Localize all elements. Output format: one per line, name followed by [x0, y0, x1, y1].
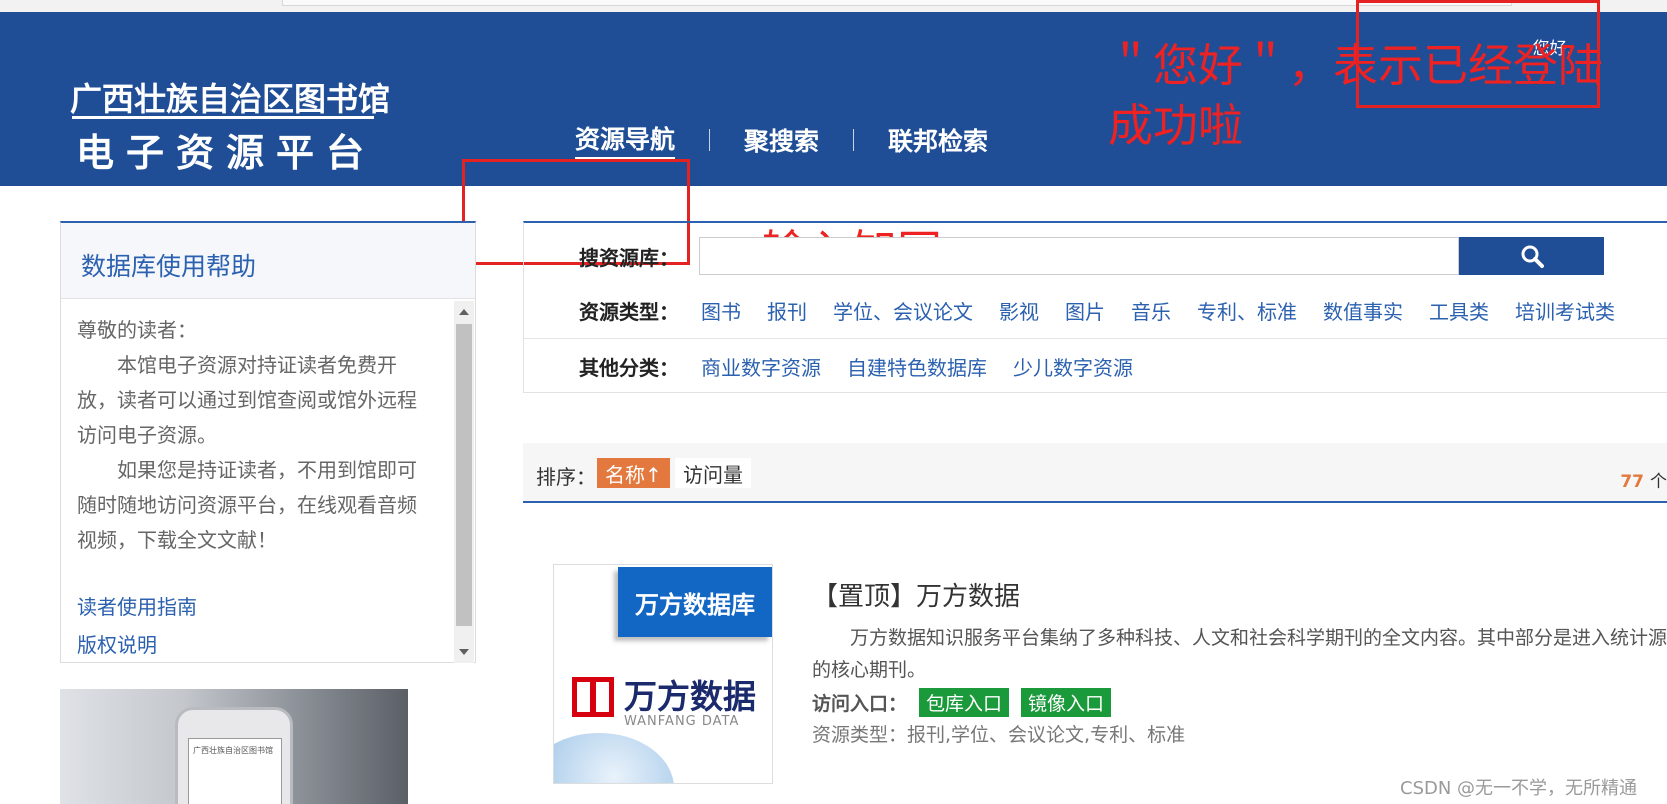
nav-federated-search[interactable]: 联邦检索	[888, 122, 988, 158]
sidebar-links: 读者使用指南 版权说明	[77, 588, 197, 664]
result-count: 77 个	[1620, 467, 1667, 492]
annotation-box-greeting	[1356, 0, 1600, 108]
other-link-children[interactable]: 少儿数字资源	[1013, 352, 1133, 381]
logo-divider	[72, 116, 374, 119]
nav-separator	[709, 128, 711, 151]
other-category-label: 其他分类：	[579, 356, 679, 380]
type-link-images[interactable]: 图片	[1065, 296, 1105, 325]
nav-resource-navigation[interactable]: 资源导航	[575, 120, 676, 159]
access-entry-row: 访问入口： 包库入口 镜像入口	[812, 688, 1112, 717]
globe-graphic	[554, 733, 674, 783]
result-count-number: 77	[1620, 472, 1644, 492]
logo-subtitle[interactable]: 电子资源平台	[76, 122, 376, 177]
resource-type-info: 资源类型：报刊,学位、会议论文,专利、标准	[812, 724, 1186, 746]
other-link-commercial[interactable]: 商业数字资源	[701, 352, 821, 381]
resource-title[interactable]: 【置顶】万方数据	[812, 576, 1020, 613]
mirror-entry-button[interactable]: 镜像入口	[1021, 688, 1112, 717]
other-category-row: 其他分类： 商业数字资源 自建特色数据库 少儿数字资源	[579, 352, 1159, 381]
type-link-video[interactable]: 影视	[999, 296, 1039, 325]
type-link-books[interactable]: 图书	[701, 296, 741, 325]
package-entry-button[interactable]: 包库入口	[919, 688, 1010, 717]
sort-by-name-button[interactable]: 名称↑	[597, 458, 670, 488]
scroll-thumb[interactable]	[456, 324, 472, 626]
sidebar-title: 数据库使用帮助	[61, 223, 475, 299]
wanfang-logo-en: WANFANG DATA	[624, 714, 740, 729]
link-copyright[interactable]: 版权说明	[77, 626, 197, 664]
phone-screen: 广西壮族自治区图书馆	[188, 738, 282, 804]
scroll-down-arrow-icon[interactable]	[459, 649, 469, 655]
notice-paragraph-1: 本馆电子资源对持证读者免费开放，读者可以通过到馆查阅或馆外远程访问电子资源。	[77, 353, 417, 447]
resource-type-row: 资源类型： 图书 报刊 学位、会议论文 影视 图片 音乐 专利、标准 数值事实 …	[579, 296, 1641, 325]
type-link-patents[interactable]: 专利、标准	[1197, 296, 1297, 325]
type-link-music[interactable]: 音乐	[1131, 296, 1171, 325]
search-icon	[1521, 245, 1544, 268]
thumbnail-banner: 万方数据库	[618, 567, 772, 637]
other-link-special[interactable]: 自建特色数据库	[847, 352, 987, 381]
nav-separator	[853, 128, 855, 151]
type-link-theses[interactable]: 学位、会议论文	[833, 296, 973, 325]
search-row: 搜资源库：	[579, 237, 1604, 275]
sort-by-visits-button[interactable]: 访问量	[675, 458, 751, 488]
notice-greeting: 尊敬的读者：	[77, 318, 197, 342]
scroll-up-arrow-icon[interactable]	[459, 309, 469, 315]
resource-description: 万方数据知识服务平台集纳了多种科技、人文和社会科学期刊的全文内容。其中部分是进入…	[812, 627, 1667, 681]
result-count-unit: 个	[1650, 472, 1667, 492]
help-sidebar: 数据库使用帮助 尊敬的读者： 本馆电子资源对持证读者免费开放，读者可以通过到馆查…	[60, 221, 476, 663]
notice-paragraph-2: 如果您是持证读者，不用到馆即可随时随地访问资源平台，在线观看音频视频，下载全文文…	[77, 458, 417, 552]
type-link-exams[interactable]: 培训考试类	[1515, 296, 1615, 325]
wanfang-logo-mark-icon	[572, 677, 614, 717]
browser-tab-edge	[282, 0, 1512, 6]
wanfang-logo-cn: 万方数据	[624, 677, 756, 716]
type-link-tools[interactable]: 工具类	[1429, 296, 1489, 325]
wanfang-logo: 万方数据 WANFANG DATA	[572, 677, 756, 729]
sort-bar: 排序： 名称↑ 访问量 77 个	[523, 443, 1667, 503]
link-reader-guide[interactable]: 读者使用指南	[77, 588, 197, 626]
resource-type-label: 资源类型：	[579, 300, 679, 324]
sort-label: 排序：	[536, 465, 596, 489]
search-panel: 搜资源库： 资源类型： 图书 报刊 学位、会议论文 影视 图片 音乐 专利、标准…	[523, 221, 1667, 393]
wanfang-thumbnail[interactable]: 万方数据库 万方数据 WANFANG DATA	[553, 564, 773, 784]
main-nav: 资源导航 聚搜索 联邦检索	[575, 120, 988, 159]
mobile-promo-image[interactable]: 广西壮族自治区图书馆	[60, 689, 408, 804]
search-input[interactable]	[699, 237, 1459, 275]
logo-title[interactable]: 广西壮族自治区图书馆	[70, 74, 390, 120]
search-button[interactable]	[1459, 237, 1604, 275]
phone-screen-text: 广西壮族自治区图书馆	[193, 746, 273, 755]
phone-illustration: 广西壮族自治区图书馆	[175, 707, 293, 804]
access-entry-label: 访问入口：	[812, 693, 908, 715]
type-link-facts[interactable]: 数值事实	[1323, 296, 1403, 325]
panel-divider	[524, 338, 1667, 339]
sidebar-scrollbar[interactable]	[454, 301, 474, 663]
csdn-watermark: CSDN @无一不学，无所精通	[1400, 778, 1638, 799]
type-link-periodicals[interactable]: 报刊	[767, 296, 807, 325]
nav-aggregate-search[interactable]: 聚搜索	[744, 122, 819, 158]
search-label: 搜资源库：	[579, 245, 679, 270]
sidebar-notice: 尊敬的读者： 本馆电子资源对持证读者免费开放，读者可以通过到馆查阅或馆外远程访问…	[77, 313, 427, 558]
